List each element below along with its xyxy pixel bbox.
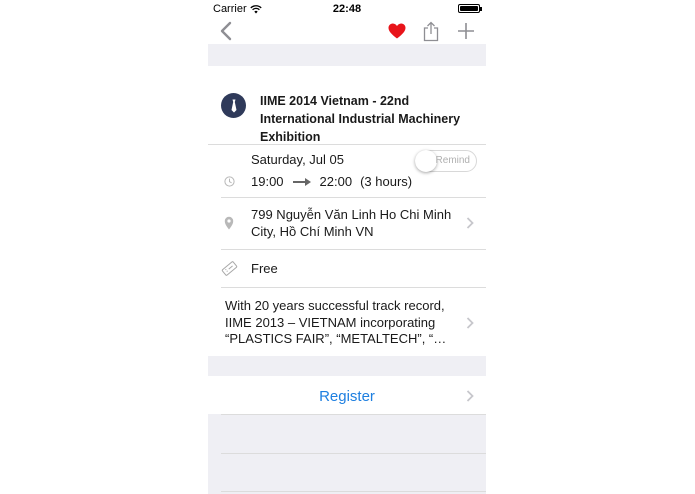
location-pin-icon [224,216,234,230]
chevron-right-icon [466,217,474,229]
chevron-right-icon [466,317,474,329]
title-divider [208,144,486,145]
time-divider [221,197,486,198]
battery-icon [458,4,482,13]
section-spacer-middle [208,356,486,376]
register-button[interactable]: Register [208,388,486,405]
description-line-3: “PLASTICS FAIR”, “METALTECH”, “… [225,331,447,346]
description-line-1: With 20 years successful track record, [225,298,445,313]
remind-toggle[interactable]: Remind [415,150,477,172]
time-start: 19:00 [251,174,284,189]
price-divider [221,287,486,288]
event-duration: (3 hours) [360,174,413,189]
plus-icon [458,23,474,39]
add-button[interactable] [456,19,476,43]
empty-row-divider [221,453,486,454]
event-price: Free [251,261,278,276]
share-icon [423,21,439,41]
ticket-icon [221,261,238,276]
back-button[interactable] [218,19,234,43]
register-divider [221,414,486,415]
chevron-left-icon [220,21,232,41]
remind-toggle-knob[interactable] [415,150,437,172]
remind-label: Remind [435,155,470,166]
event-time-range: 19:00 22:00 (3 hours) [251,174,412,190]
time-end: 22:00 [319,174,353,189]
empty-row-divider-2 [221,491,486,492]
nav-bar [208,18,486,44]
heart-icon [388,23,406,39]
event-date: Saturday, Jul 05 [251,152,344,167]
status-time: 22:48 [332,3,362,15]
arrow-right-icon [292,178,311,186]
event-detail-screen: Carrier 22:48 IIME 2014 Vietnam - 22nd I… [208,0,486,494]
category-badge [221,93,246,118]
address-line-2: City, Hồ Chí Minh VN [251,224,374,239]
tie-icon [231,99,236,112]
section-spacer-top [208,44,486,66]
clock-icon [224,176,235,187]
battery-level [460,6,478,11]
section-spacer-bottom [208,414,486,494]
address-line-1: 799 Nguyễn Văn Linh Ho Chi Minh [251,207,452,222]
location-divider [221,249,486,250]
event-title: IIME 2014 Vietnam - 22nd International I… [260,94,461,144]
chevron-right-icon [466,390,474,402]
description-line-2: IIME 2013 – VIETNAM incorporating [225,315,436,330]
status-bar: Carrier 22:48 [208,0,486,18]
share-button[interactable] [422,19,440,43]
favorite-button[interactable] [386,19,408,43]
